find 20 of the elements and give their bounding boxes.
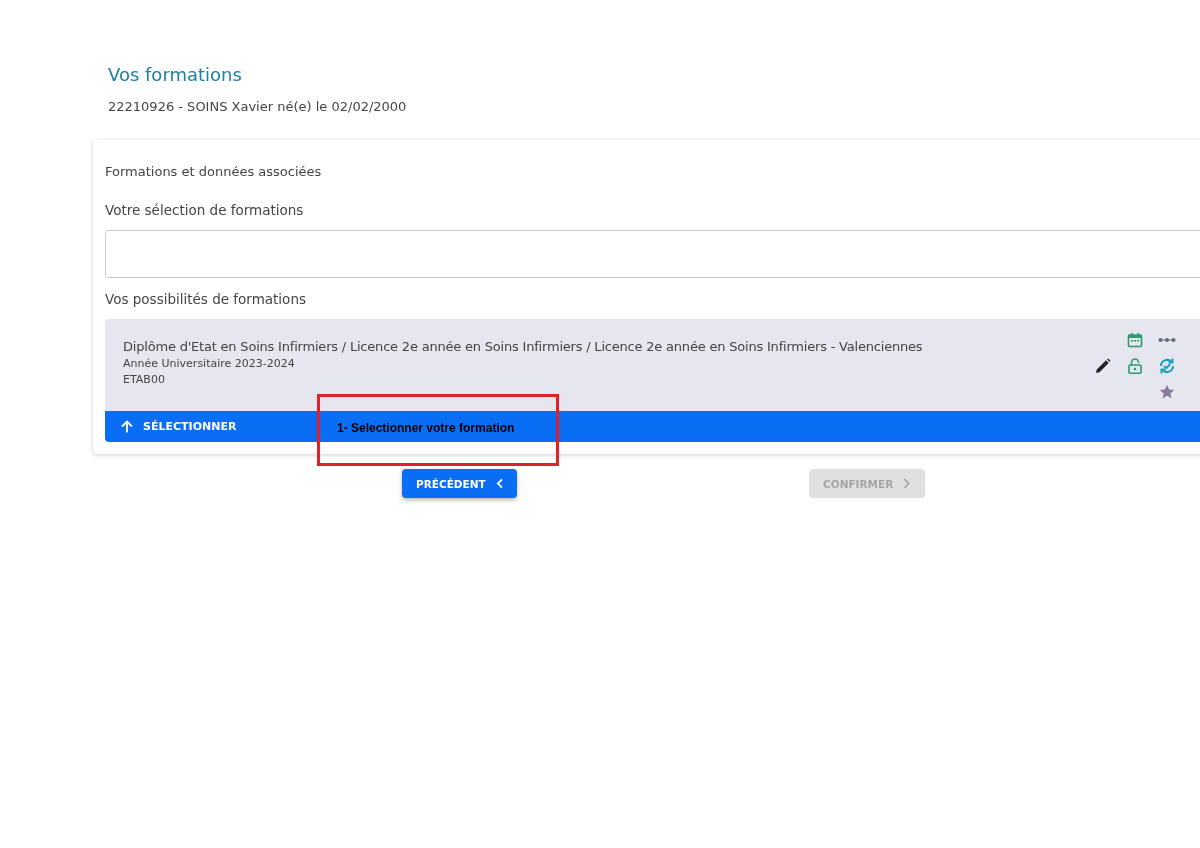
card-heading: Formations et données associées bbox=[105, 164, 323, 179]
selection-field[interactable] bbox=[105, 230, 1200, 278]
chevron-left-icon bbox=[495, 478, 503, 489]
more-icon[interactable] bbox=[1158, 337, 1176, 343]
sync-check-icon[interactable] bbox=[1158, 357, 1176, 375]
formation-year: Année Universitaire 2023-2024 bbox=[123, 357, 296, 370]
possibilities-label: Vos possibilités de formations bbox=[105, 291, 307, 307]
unlocked-padlock-icon[interactable] bbox=[1128, 358, 1142, 374]
formation-title: Diplôme d'Etat en Soins Infirmiers / Licence 2e année en Soins Infirmiers / Licence 2e année en Soins Infirmiers - Valenciennes bbox=[123, 339, 923, 354]
annotation-text: 1- Selectionner votre formation bbox=[337, 421, 515, 435]
formation-code: ETAB00 bbox=[123, 373, 166, 386]
calendar-icon[interactable] bbox=[1127, 332, 1143, 348]
arrow-up-icon bbox=[121, 420, 133, 433]
student-info: 22210926 - SOINS Xavier né(e) le 02/02/2000 bbox=[108, 99, 408, 114]
pencil-icon[interactable] bbox=[1095, 358, 1111, 374]
chevron-right-icon bbox=[903, 478, 911, 489]
previous-button[interactable]: PRÉCÉDENT bbox=[402, 469, 517, 498]
page-title: Vos formations bbox=[108, 64, 243, 85]
star-icon[interactable] bbox=[1159, 384, 1175, 400]
selection-label: Votre sélection de formations bbox=[105, 202, 305, 218]
